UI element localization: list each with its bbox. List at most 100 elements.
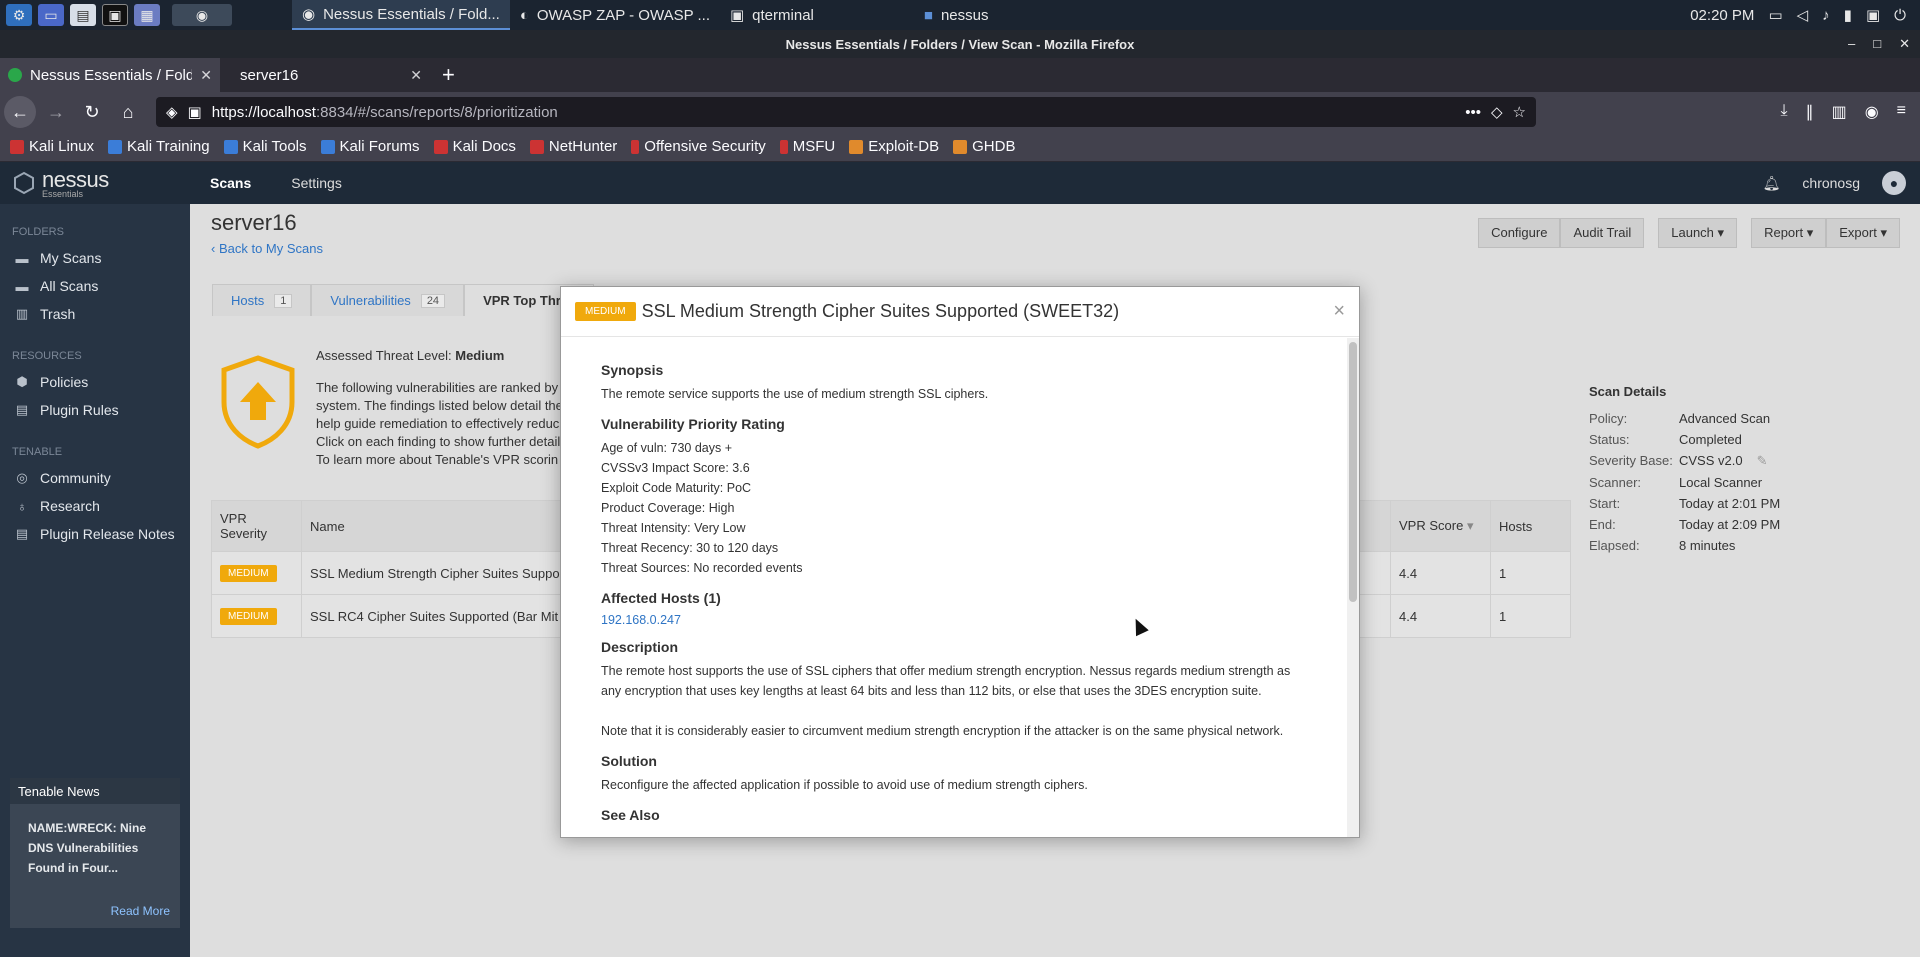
bookmark-exploit-db[interactable]: Exploit-DB [849, 138, 939, 155]
nav-scans[interactable]: Scans [190, 175, 271, 191]
lock-icon[interactable]: ▣ [1866, 6, 1880, 24]
firefox-launcher-icon[interactable]: ◉ [172, 4, 232, 26]
col-vpr-severity[interactable]: VPR Severity [211, 500, 302, 552]
task-qterminal[interactable]: ▣ qterminal [720, 0, 824, 30]
home-button[interactable]: ⌂ [112, 96, 144, 128]
sidebar-item-research[interactable]: ♁ Research [0, 492, 190, 520]
news-read-more-link[interactable]: Read More [111, 904, 170, 918]
minimize-icon[interactable]: – [1848, 36, 1855, 52]
bookmark-nethunter[interactable]: NetHunter [529, 138, 617, 155]
task-nessus-folder[interactable]: ■ nessus [914, 0, 999, 30]
modal-body: Synopsis The remote service supports the… [561, 338, 1347, 837]
affected-host-link[interactable]: 192.168.0.247 [601, 613, 681, 627]
community-icon: ◎ [16, 470, 28, 485]
modal-scrollbar[interactable] [1347, 338, 1359, 837]
bookmark-msfu[interactable]: MSFU [779, 138, 836, 155]
sidebar-heading-resources: RESOURCES [12, 350, 82, 362]
bookmark-ghdb[interactable]: GHDB [953, 138, 1015, 155]
pocket-icon[interactable]: ◇ [1491, 103, 1503, 121]
bookmark-kali-tools[interactable]: Kali Tools [223, 138, 307, 155]
sidebar-item-label: All Scans [40, 278, 99, 294]
configure-button[interactable]: Configure [1478, 218, 1561, 248]
close-tab-icon[interactable]: ✕ [200, 67, 212, 84]
policy-shield-icon: ⬢ [16, 374, 28, 389]
detail-row: Severity Base: CVSS v2.0 ✎ [1589, 453, 1909, 469]
bookmark-kali-training[interactable]: Kali Training [108, 138, 210, 155]
reload-button[interactable]: ↻ [76, 96, 108, 128]
nessus-logo[interactable]: nessus Essentials [0, 167, 190, 199]
sidebar-icon[interactable]: ▥ [1832, 102, 1847, 122]
account-icon[interactable]: ◉ [1865, 102, 1879, 122]
sidebar-item-all-scans[interactable]: ▬ All Scans [0, 272, 190, 300]
browser-tab-nessus[interactable]: Nessus Essentials / Folde ✕ [0, 58, 220, 92]
screen-icon[interactable]: ▦ [134, 4, 160, 26]
nav-settings[interactable]: Settings [271, 175, 362, 191]
scrollbar-thumb[interactable] [1349, 342, 1357, 602]
bookmark-kali-docs[interactable]: Kali Docs [433, 138, 516, 155]
sidebar-item-community[interactable]: ◎ Community [0, 464, 190, 492]
back-to-my-scans-link[interactable]: ‹ Back to My Scans [211, 241, 323, 256]
tab-hosts[interactable]: Hosts 1 [212, 284, 312, 316]
edit-pencil-icon[interactable]: ✎ [1757, 453, 1768, 469]
terminal-icon[interactable]: ▣ [102, 4, 128, 26]
bookmark-label: Exploit-DB [868, 138, 940, 155]
bookmark-label: MSFU [792, 138, 836, 155]
notifications-bell-icon[interactable]: 🔔︎ [1763, 175, 1781, 192]
kali-menu-icon[interactable]: ⚙ [6, 4, 32, 26]
url-bar[interactable]: ◈ ▣ https://localhost:8834/#/scans/repor… [156, 97, 1536, 127]
tab-vulnerabilities[interactable]: Vulnerabilities 24 [311, 284, 465, 316]
files-icon[interactable]: ▤ [70, 4, 96, 26]
modal-close-icon[interactable]: × [1333, 300, 1345, 323]
news-headline[interactable]: NAME:WRECK: Nine DNS Vulnerabilities Fou… [10, 804, 180, 892]
browser-tab-server16[interactable]: server16 ✕ [220, 58, 430, 92]
battery-icon[interactable]: ▮ [1844, 6, 1852, 24]
col-hosts[interactable]: Hosts [1490, 500, 1571, 552]
desktop-icon[interactable]: ▭ [38, 4, 64, 26]
close-tab-icon[interactable]: ✕ [410, 67, 422, 84]
section-synopsis: Synopsis The remote service supports the… [601, 362, 1307, 404]
launch-button[interactable]: Launch ▾ [1658, 218, 1738, 248]
bell-icon[interactable]: ♪ [1822, 7, 1830, 24]
msfu-icon [779, 139, 788, 154]
new-tab-button[interactable]: + [430, 58, 467, 92]
nessus-favicon-icon [8, 68, 22, 82]
back-button[interactable]: ← [4, 96, 36, 128]
section-solution: Solution Reconfigure the affected applic… [601, 753, 1307, 795]
menu-icon[interactable]: ≡ [1897, 102, 1906, 122]
detail-value: Today at 2:01 PM [1679, 496, 1781, 511]
url-path: :8834/#/scans/reports/8/prioritization [315, 103, 558, 121]
sidebar-item-plugin-rules[interactable]: ▤ Plugin Rules [0, 396, 190, 424]
close-icon[interactable]: ✕ [1899, 36, 1910, 52]
threat-level-label: Assessed Threat Level: [316, 348, 452, 363]
library-icon[interactable]: ∥ [1806, 102, 1814, 122]
vpr-line: Threat Intensity: Very Low [601, 521, 746, 535]
power-icon[interactable]: ⏻ [1894, 7, 1906, 24]
task-zap[interactable]: ◐ OWASP ZAP - OWASP ... [510, 0, 720, 30]
user-avatar-icon[interactable]: ● [1882, 171, 1906, 195]
lock-icon[interactable]: ▣ [188, 103, 202, 121]
more-actions-icon[interactable]: ••• [1465, 104, 1481, 121]
sidebar-item-my-scans[interactable]: ▬ My Scans [0, 244, 190, 272]
bookmark-star-icon[interactable]: ☆ [1513, 103, 1526, 121]
url-text[interactable]: https://localhost:8834/#/scans/reports/8… [212, 104, 1456, 121]
bookmark-kali-forums[interactable]: Kali Forums [320, 138, 420, 155]
display-icon[interactable]: ▭ [1768, 6, 1782, 24]
col-vpr-score[interactable]: VPR Score ▾ [1390, 500, 1491, 552]
bookmark-kali-linux[interactable]: Kali Linux [10, 138, 94, 155]
folder-icon: ▬ [15, 278, 29, 294]
sidebar-item-plugin-release-notes[interactable]: ▤ Plugin Release Notes [0, 520, 190, 548]
username[interactable]: chronosg [1802, 175, 1860, 191]
report-button[interactable]: Report ▾ [1751, 218, 1827, 248]
clock[interactable]: 02:20 PM [1690, 7, 1754, 24]
task-firefox[interactable]: ◉ Nessus Essentials / Fold... [292, 0, 510, 30]
sidebar-item-policies[interactable]: ⬢ Policies [0, 368, 190, 396]
download-icon[interactable]: ⤓ [1780, 102, 1787, 122]
volume-icon[interactable]: ◁ [1797, 6, 1809, 24]
forward-button[interactable]: → [40, 96, 72, 128]
export-button[interactable]: Export ▾ [1826, 218, 1900, 248]
maximize-icon[interactable]: □ [1873, 36, 1881, 52]
sidebar-item-trash[interactable]: ▥ Trash [0, 300, 190, 328]
shield-icon[interactable]: ◈ [166, 103, 178, 121]
bookmark-offensive-security[interactable]: Offensive Security [631, 138, 766, 155]
audit-trail-button[interactable]: Audit Trail [1560, 218, 1645, 248]
